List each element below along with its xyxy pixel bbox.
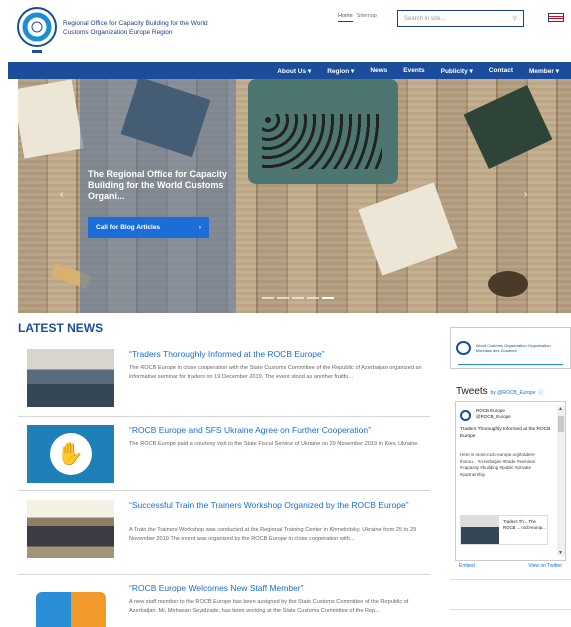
news-title[interactable]: “Successful Train the Trainers Workshop … (129, 500, 429, 511)
org-title: Regional Office for Capacity Building fo… (63, 20, 208, 36)
typewriter-image (248, 79, 398, 184)
scroll-down-icon[interactable]: ▼ (558, 550, 563, 556)
tweet-card[interactable]: Traders Th... The ROCB ... rocb-europ... (460, 515, 548, 545)
news-excerpt: The ROCB Europe in close cooperation wit… (129, 365, 422, 380)
divider (450, 579, 571, 580)
search-input[interactable]: Search in site... ⚲ (397, 10, 524, 27)
scroll-up-icon[interactable]: ▲ (558, 406, 563, 412)
slider-dot[interactable] (292, 297, 304, 299)
search-placeholder: Search in site... (404, 15, 446, 22)
cta-label: Call for Blog Articles (96, 224, 161, 231)
news-thumbnail[interactable] (27, 583, 114, 627)
news-excerpt: The ROCB Europe paid a courtesy visit to… (129, 441, 419, 447)
site-header: Regional Office for Capacity Building fo… (0, 0, 571, 62)
nav-publicity[interactable]: Publicity ▾ (433, 67, 481, 75)
chevron-right-icon: › (198, 224, 201, 231)
divider (18, 574, 430, 575)
puzzle-icon (35, 592, 106, 627)
slider-prev-icon[interactable]: ‹ (60, 189, 63, 200)
news-thumbnail[interactable] (27, 349, 114, 407)
rocb-logo[interactable] (16, 6, 58, 56)
nav-region[interactable]: Region ▾ (319, 67, 362, 75)
slider-dot[interactable] (307, 297, 319, 299)
news-title[interactable]: “ROCB Europe Welcomes New Staff Member” (129, 583, 429, 594)
slider-dot[interactable] (262, 297, 274, 299)
divider (18, 490, 430, 491)
slider-dots (262, 297, 334, 299)
call-for-blog-button[interactable]: Call for Blog Articles › (88, 217, 209, 238)
sitemap-link[interactable]: Sitemap (357, 13, 377, 22)
news-title[interactable]: “ROCB Europe and SFS Ukraine Agree on Fu… (129, 425, 429, 436)
divider (450, 609, 571, 610)
news-excerpt: A new staff member to the ROCB Europe ha… (129, 599, 409, 614)
tweet-author-handle: @ROCB_Europe (476, 414, 511, 419)
hero-caption[interactable]: The Regional Office for Capacity Buildin… (88, 169, 238, 202)
slider-dot[interactable] (277, 297, 289, 299)
divider (458, 364, 563, 365)
news-thumbnail[interactable] (27, 500, 114, 558)
tweet-card-image (461, 516, 499, 544)
wco-logo-icon (456, 341, 471, 355)
tweet-card-text: Traders Th... The ROCB ... rocb-europ... (503, 519, 546, 530)
search-icon[interactable]: ⚲ (513, 15, 517, 22)
news-item: “ROCB Europe Welcomes New Staff Member” … (18, 583, 430, 627)
pinecone-image (488, 271, 528, 297)
tweet-text: Traders Thoroughly Informed at the ROCB … (460, 427, 551, 439)
home-link[interactable]: Home (338, 13, 353, 22)
slider-next-icon[interactable]: › (524, 189, 527, 200)
nav-contact[interactable]: Contact (481, 67, 521, 74)
divider (18, 416, 430, 417)
embed-link[interactable]: Embed (459, 563, 475, 569)
slider-dot-active[interactable] (322, 297, 334, 299)
nav-about-us[interactable]: About Us ▾ (269, 67, 319, 75)
nav-events[interactable]: Events (395, 67, 432, 74)
latest-news-heading: LATEST NEWS (18, 321, 104, 335)
main-nav: About Us ▾ Region ▾ News Events Publicit… (8, 62, 571, 79)
wco-banner[interactable]: World Customs Organization Organisation … (450, 327, 571, 369)
top-links: Home Sitemap (338, 13, 377, 22)
tweet-author[interactable]: ROCB Europe @ROCB_Europe (476, 408, 511, 420)
avatar[interactable] (460, 410, 471, 421)
scrollbar-thumb[interactable] (558, 416, 564, 432)
tweets-by-link[interactable]: by @ROCB_Europe (490, 390, 535, 396)
view-on-twitter-link[interactable]: View on Twitter (528, 563, 562, 569)
news-item: ✋ “ROCB Europe and SFS Ukraine Agree on … (18, 425, 430, 487)
handshake-icon: ✋ (49, 433, 92, 475)
hero-slider[interactable]: The Regional Office for Capacity Buildin… (18, 79, 571, 313)
news-item: “Traders Thoroughly Informed at the ROCB… (18, 349, 430, 411)
news-item: “Successful Train the Trainers Workshop … (18, 500, 430, 564)
nav-news[interactable]: News (362, 67, 395, 74)
tweets-title: Tweets (456, 386, 488, 397)
tweet-footer: Embed View on Twitter (455, 563, 566, 569)
uk-flag-icon[interactable] (548, 13, 564, 22)
news-excerpt: A Train the Trainers Workshop was conduc… (129, 527, 417, 542)
tweet-link[interactable]: Here is more:rocb-europe.org/traders-tho… (460, 452, 552, 478)
wco-text: World Customs Organization Organisation … (475, 343, 551, 353)
twitter-timeline[interactable]: ROCB Europe @ROCB_Europe Traders Thoroug… (455, 401, 566, 561)
news-thumbnail[interactable]: ✋ (27, 425, 114, 483)
scrollbar[interactable]: ▲ ▼ (557, 406, 565, 556)
news-title[interactable]: “Traders Thoroughly Informed at the ROCB… (129, 349, 429, 360)
nav-member[interactable]: Member ▾ (521, 67, 567, 75)
tweets-heading: Tweets by @ROCB_Europe ⓘ (456, 386, 571, 397)
info-icon[interactable]: ⓘ (538, 390, 543, 396)
